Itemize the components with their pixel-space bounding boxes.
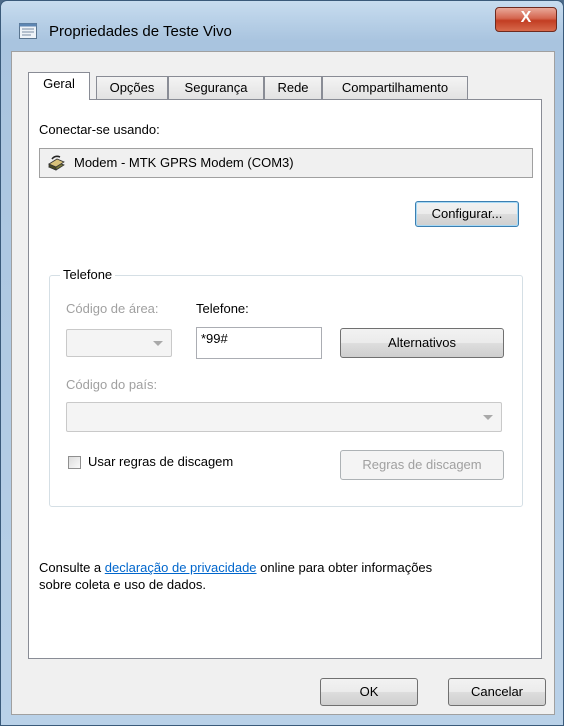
country-code-combo[interactable] xyxy=(66,402,502,432)
tab-rede[interactable]: Rede xyxy=(264,76,322,100)
dialing-rules-button-label: Regras de discagem xyxy=(362,457,482,472)
alternates-button[interactable]: Alternativos xyxy=(340,328,504,358)
phone-group-legend: Telefone xyxy=(60,267,116,282)
tab-label: Segurança xyxy=(184,80,248,95)
tab-label: Rede xyxy=(277,80,309,95)
tab-compartilhamento[interactable]: Compartilhamento xyxy=(322,76,468,100)
configure-button[interactable]: Configurar... xyxy=(415,201,519,227)
phone-groupbox: Telefone Código de área: Telefone: *99# … xyxy=(49,267,523,507)
device-list[interactable]: Modem - MTK GPRS Modem (COM3) xyxy=(39,148,533,178)
chevron-down-icon xyxy=(153,341,163,346)
dialog-client-area: Geral Opções Segurança Rede Compartilham… xyxy=(11,51,555,715)
privacy-statement-link[interactable]: declaração de privacidade xyxy=(105,560,257,575)
phone-number-input[interactable]: *99# xyxy=(196,327,322,359)
privacy-suffix: online para obter informações xyxy=(256,560,433,575)
tab-seguranca[interactable]: Segurança xyxy=(168,76,264,100)
privacy-text: Consulte a declaração de privacidade onl… xyxy=(39,560,432,575)
alternates-button-label: Alternativos xyxy=(388,335,456,350)
tab-label: Geral xyxy=(43,76,75,91)
ok-button-label: OK xyxy=(359,684,379,699)
use-dialing-rules-label[interactable]: Usar regras de discagem xyxy=(88,454,233,469)
country-code-label: Código do país: xyxy=(66,377,158,392)
cancel-button-label: Cancelar xyxy=(470,684,524,699)
title-bar[interactable]: Propriedades de Teste Vivo X xyxy=(1,1,563,45)
properties-dialog: Propriedades de Teste Vivo X Geral Opçõe… xyxy=(0,0,564,726)
use-dialing-rules-checkbox[interactable] xyxy=(68,456,81,469)
tab-label: Opções xyxy=(109,80,155,95)
modem-icon xyxy=(48,155,65,171)
privacy-text-line2: sobre coleta e uso de dados. xyxy=(39,577,206,592)
configure-button-label: Configurar... xyxy=(431,206,503,221)
area-code-label: Código de área: xyxy=(66,301,159,316)
area-code-combo[interactable] xyxy=(66,329,172,357)
privacy-prefix: Consulte a xyxy=(39,560,105,575)
tab-opcoes[interactable]: Opções xyxy=(96,76,168,100)
chevron-down-icon xyxy=(483,415,493,420)
close-button[interactable]: X xyxy=(495,7,557,32)
ok-button[interactable]: OK xyxy=(320,678,418,706)
network-connection-icon xyxy=(19,23,37,39)
phone-number-value: *99# xyxy=(201,331,228,346)
dialing-rules-button[interactable]: Regras de discagem xyxy=(340,450,504,480)
connect-using-label: Conectar-se usando: xyxy=(39,122,160,137)
device-name: Modem - MTK GPRS Modem (COM3) xyxy=(74,155,294,170)
phone-number-label: Telefone: xyxy=(196,301,249,316)
window-title: Propriedades de Teste Vivo xyxy=(49,23,232,40)
tab-label: Compartilhamento xyxy=(341,80,449,95)
tab-geral[interactable]: Geral xyxy=(28,72,90,100)
close-icon: X xyxy=(520,9,532,26)
cancel-button[interactable]: Cancelar xyxy=(448,678,546,706)
general-tab-panel: Conectar-se usando: Modem - MTK GPRS Mod… xyxy=(28,99,542,659)
